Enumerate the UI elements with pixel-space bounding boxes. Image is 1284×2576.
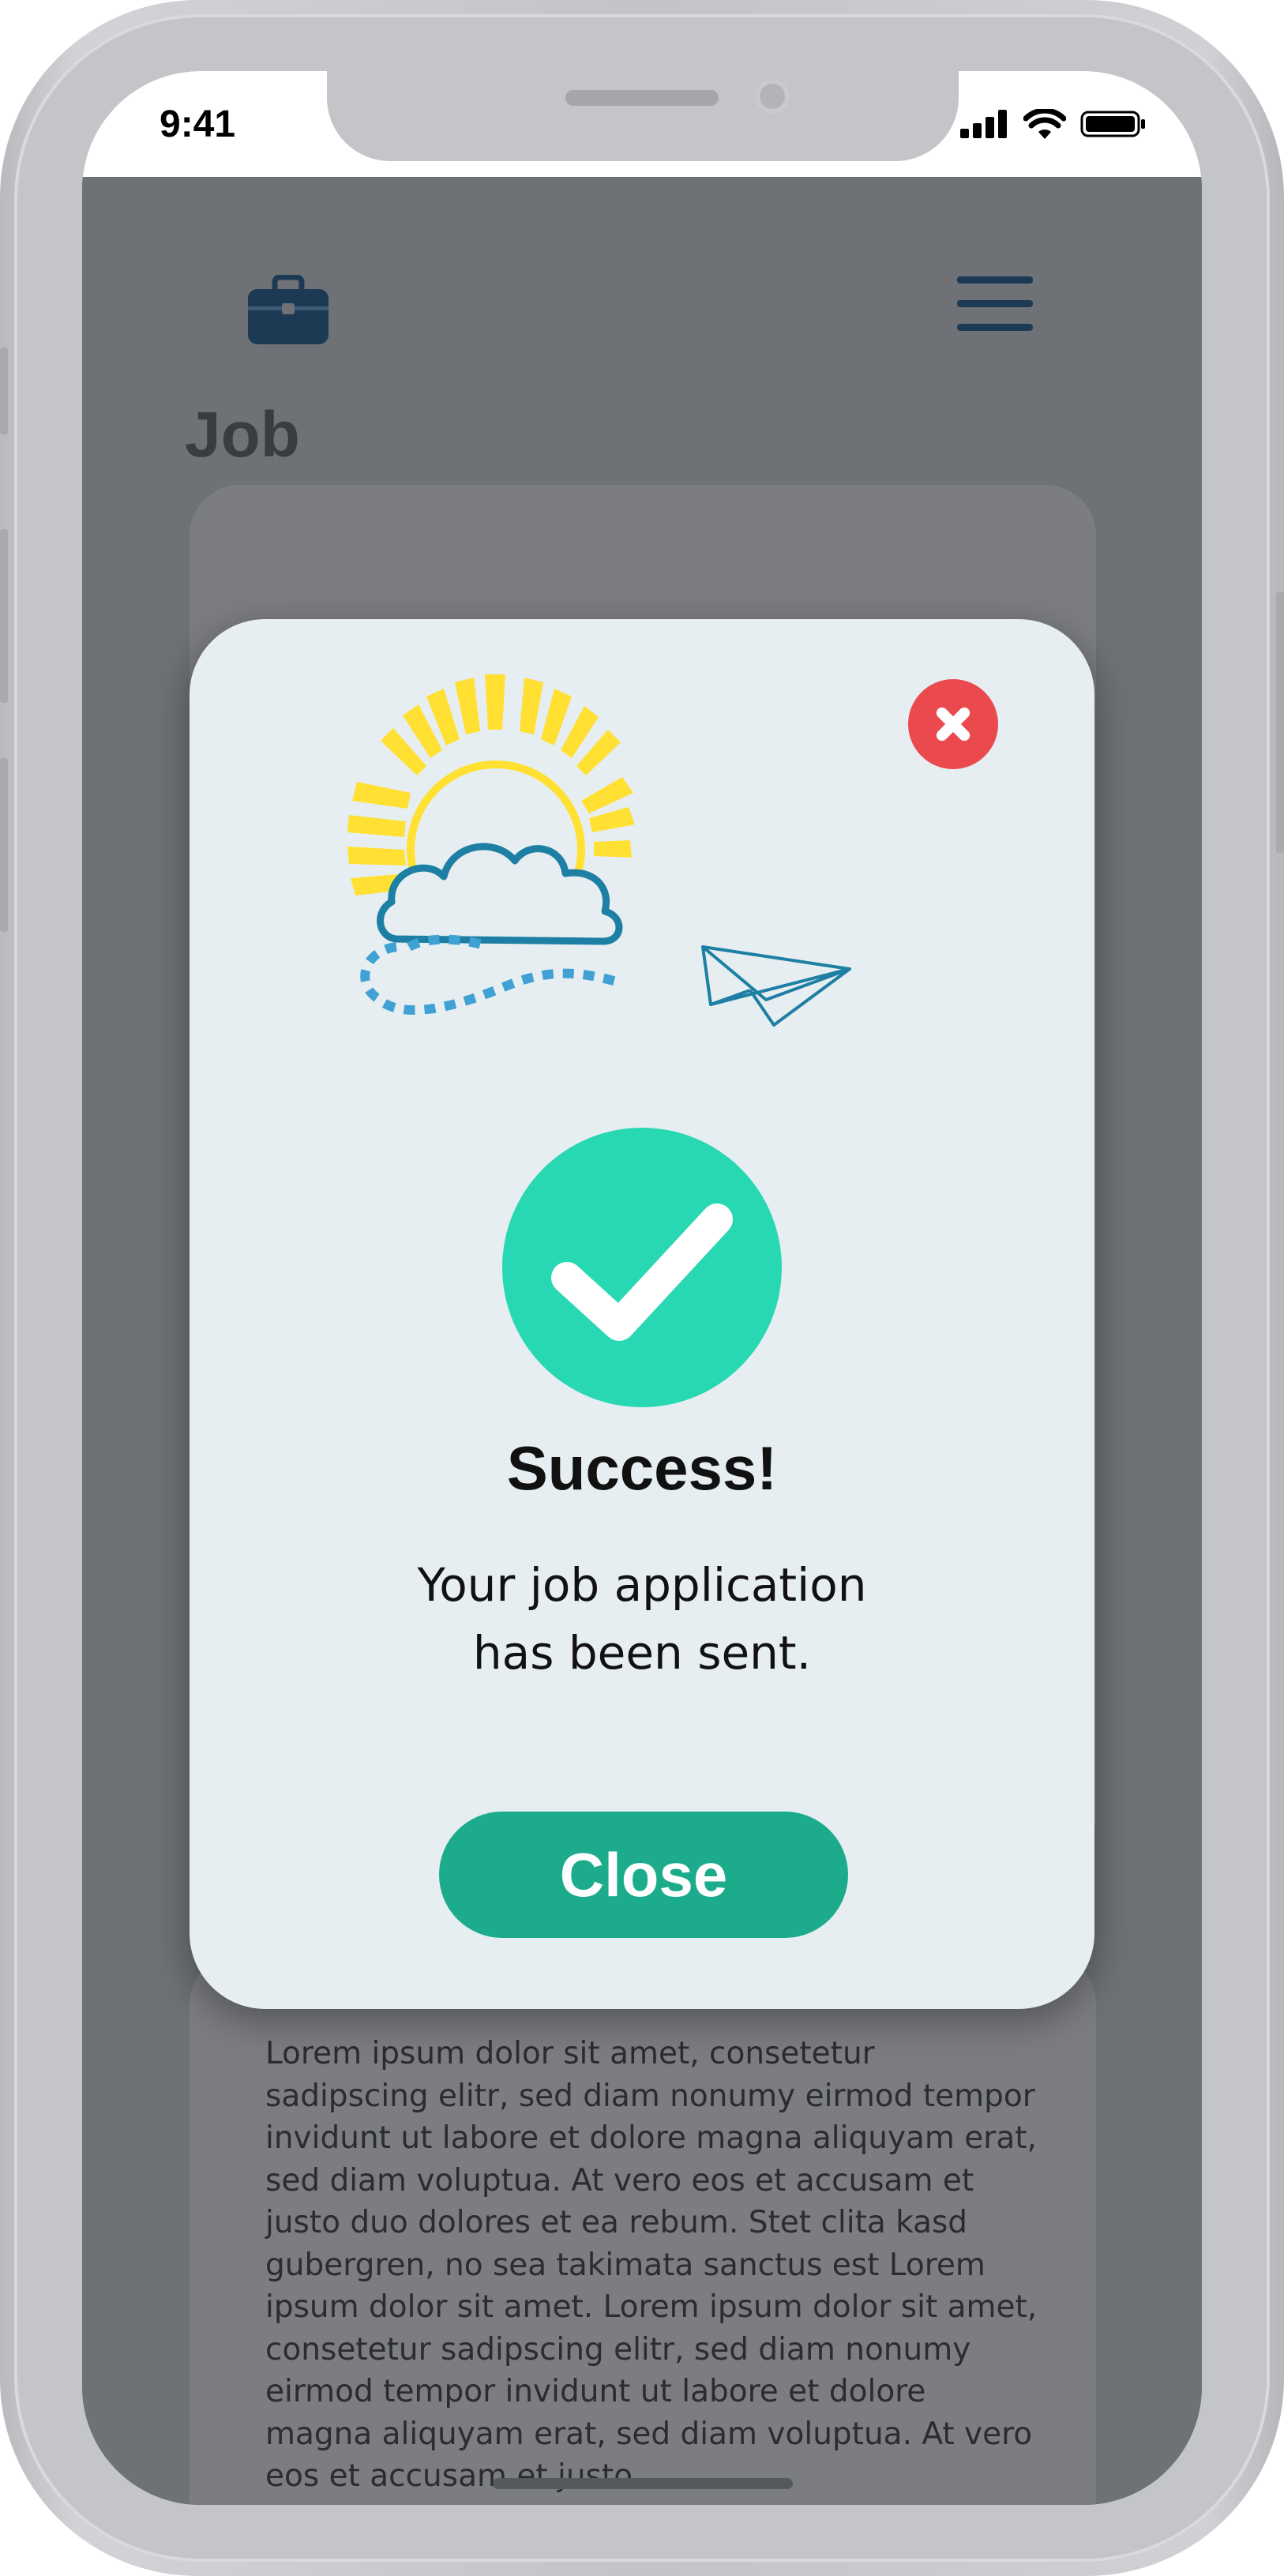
status-icons — [960, 109, 1147, 139]
briefcase-icon[interactable] — [246, 274, 330, 349]
close-button[interactable]: Close — [439, 1812, 848, 1938]
power-button — [1276, 592, 1284, 853]
screen: 9:41 Job Lorem ipsum dolor sit amet, con… — [82, 71, 1202, 2505]
wifi-icon — [1023, 109, 1066, 139]
notch — [327, 71, 959, 161]
home-indicator — [493, 2478, 793, 2489]
modal-message-line-1: Your job application — [417, 1558, 867, 1612]
sent-illustration-icon — [347, 674, 851, 1027]
checkmark-icon — [551, 1204, 733, 1341]
close-circle-icon[interactable] — [908, 679, 998, 769]
page-title: Job — [185, 399, 300, 471]
speaker-grille — [565, 90, 719, 106]
modal-message-line-2: has been sent. — [472, 1626, 812, 1680]
success-modal: Success! Your job application has been s… — [190, 619, 1094, 2009]
job-description-text: Lorem ipsum dolor sit amet, consetetur s… — [265, 2036, 1038, 2494]
front-camera — [755, 79, 790, 114]
signal-icon — [960, 110, 1007, 138]
mute-switch — [0, 347, 8, 434]
battery-icon — [1080, 111, 1145, 137]
volume-down-button — [0, 758, 8, 932]
hamburger-menu-icon[interactable] — [957, 276, 1033, 347]
modal-title: Success! — [506, 1433, 778, 1503]
volume-up-button — [0, 529, 8, 703]
job-description-card: Lorem ipsum dolor sit amet, consetetur s… — [190, 1954, 1096, 2505]
modal-message: Your job application has been sent. — [190, 1551, 1094, 1687]
status-time: 9:41 — [160, 103, 236, 145]
phone-frame: 9:41 Job Lorem ipsum dolor sit amet, con… — [0, 0, 1284, 2576]
success-badge — [502, 1128, 782, 1407]
